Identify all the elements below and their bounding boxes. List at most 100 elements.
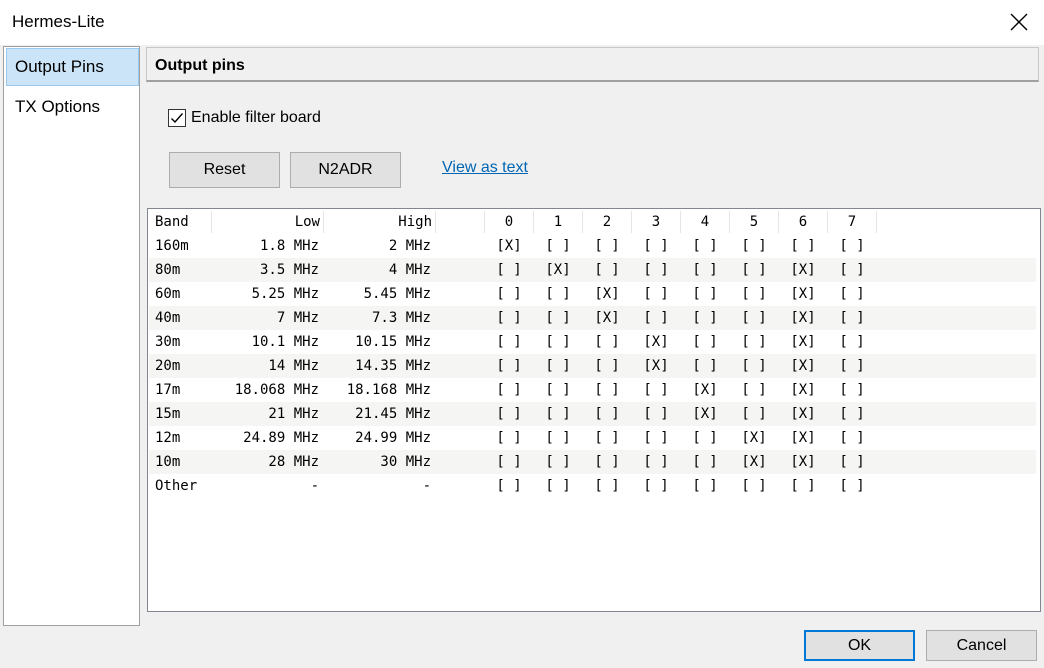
header-pin-1[interactable]: 1 bbox=[538, 210, 578, 234]
pin-cell-2[interactable]: [ ] bbox=[587, 258, 627, 282]
pin-cell-5[interactable]: [X] bbox=[734, 450, 774, 474]
pin-cell-3[interactable]: [ ] bbox=[636, 306, 676, 330]
pin-cell-4[interactable]: [ ] bbox=[685, 258, 725, 282]
pin-cell-2[interactable]: [ ] bbox=[587, 426, 627, 450]
pin-cell-5[interactable]: [X] bbox=[734, 426, 774, 450]
output-pins-table[interactable]: Band Low High 01234567 160m 1.8 MHz 2 MHz[… bbox=[147, 208, 1041, 612]
ok-button[interactable]: OK bbox=[804, 630, 915, 661]
pin-cell-7[interactable]: [ ] bbox=[832, 450, 872, 474]
table-row[interactable]: 40m 7 MHz 7.3 MHz [ ] [ ] [X] [ ] [ ] [ ] [X] [ ] bbox=[149, 306, 1036, 330]
pin-cell-3[interactable]: [ ] bbox=[636, 474, 676, 498]
pin-cell-2[interactable]: [ ] bbox=[587, 330, 627, 354]
pin-cell-7[interactable]: [ ] bbox=[832, 354, 872, 378]
pin-cell-7[interactable]: [ ] bbox=[832, 474, 872, 498]
pin-cell-0[interactable]: [ ] bbox=[489, 258, 529, 282]
pin-cell-0[interactable]: [ ] bbox=[489, 378, 529, 402]
header-pin-2[interactable]: 2 bbox=[587, 210, 627, 234]
pin-cell-7[interactable]: [ ] bbox=[832, 234, 872, 258]
sidebar-item-tx-options[interactable]: TX Options bbox=[6, 88, 139, 126]
pin-cell-5[interactable]: [ ] bbox=[734, 378, 774, 402]
pin-cell-4[interactable]: [ ] bbox=[685, 330, 725, 354]
pin-cell-3[interactable]: [X] bbox=[636, 330, 676, 354]
enable-filter-checkbox[interactable]: Enable filter board bbox=[168, 109, 321, 127]
pin-cell-6[interactable]: [X] bbox=[783, 426, 823, 450]
pin-cell-4[interactable]: [ ] bbox=[685, 450, 725, 474]
pin-cell-3[interactable]: [X] bbox=[636, 354, 676, 378]
table-row[interactable]: 30m 10.1 MHz 10.15 MHz [ ] [ ] [ ] [X] [ ] [ ] [X… bbox=[149, 330, 1036, 354]
pin-cell-6[interactable]: [ ] bbox=[783, 234, 823, 258]
pin-cell-5[interactable]: [ ] bbox=[734, 258, 774, 282]
header-pin-3[interactable]: 3 bbox=[636, 210, 676, 234]
pin-cell-4[interactable]: [X] bbox=[685, 378, 725, 402]
pin-cell-3[interactable]: [ ] bbox=[636, 258, 676, 282]
pin-cell-2[interactable]: [X] bbox=[587, 282, 627, 306]
pin-cell-2[interactable]: [ ] bbox=[587, 354, 627, 378]
pin-cell-3[interactable]: [ ] bbox=[636, 234, 676, 258]
pin-cell-0[interactable]: [ ] bbox=[489, 474, 529, 498]
n2adr-button[interactable]: N2ADR bbox=[290, 152, 401, 188]
pin-cell-0[interactable]: [X] bbox=[489, 234, 529, 258]
pin-cell-2[interactable]: [X] bbox=[587, 306, 627, 330]
pin-cell-2[interactable]: [ ] bbox=[587, 378, 627, 402]
table-row[interactable]: 60m 5.25 MHz 5.45 MHz [ ] [ ] [X] [ ] [ ] [ ] [X]… bbox=[149, 282, 1036, 306]
pin-cell-1[interactable]: [ ] bbox=[538, 474, 578, 498]
pin-cell-3[interactable]: [ ] bbox=[636, 426, 676, 450]
header-pin-0[interactable]: 0 bbox=[489, 210, 529, 234]
pin-cell-1[interactable]: [ ] bbox=[538, 378, 578, 402]
table-row[interactable]: 80m 3.5 MHz 4 MHz [ ] [X] [ ] [ ] [ ] [ ] [X] [ ] bbox=[149, 258, 1036, 282]
pin-cell-5[interactable]: [ ] bbox=[734, 354, 774, 378]
pin-cell-0[interactable]: [ ] bbox=[489, 402, 529, 426]
table-row[interactable]: 160m 1.8 MHz 2 MHz [X] [ ] [ ] [ ] [ ] [ ] [ ] [ ] bbox=[149, 234, 1036, 258]
sidebar-item-output-pins[interactable]: Output Pins bbox=[6, 48, 139, 86]
pin-cell-2[interactable]: [ ] bbox=[587, 234, 627, 258]
pin-cell-1[interactable]: [ ] bbox=[538, 330, 578, 354]
pin-cell-5[interactable]: [ ] bbox=[734, 282, 774, 306]
close-button[interactable] bbox=[1002, 6, 1036, 38]
pin-cell-7[interactable]: [ ] bbox=[832, 258, 872, 282]
header-pin-7[interactable]: 7 bbox=[832, 210, 872, 234]
pin-cell-4[interactable]: [X] bbox=[685, 402, 725, 426]
pin-cell-6[interactable]: [X] bbox=[783, 378, 823, 402]
table-row[interactable]: 15m 21 MHz 21.45 MHz [ ] [ ] [ ] [ ] [X] [ ] [X] [… bbox=[149, 402, 1036, 426]
pin-cell-4[interactable]: [ ] bbox=[685, 234, 725, 258]
table-row[interactable]: 10m 28 MHz 30 MHz [ ] [ ] [ ] [ ] [ ] [X] [X] [ ] bbox=[149, 450, 1036, 474]
table-row[interactable]: Other - - [ ] [ ] [ ] [ ] [ ] [ ] [ ] [ ] bbox=[149, 474, 1036, 498]
pin-cell-1[interactable]: [ ] bbox=[538, 354, 578, 378]
pin-cell-6[interactable]: [X] bbox=[783, 450, 823, 474]
pin-cell-6[interactable]: [X] bbox=[783, 306, 823, 330]
pin-cell-1[interactable]: [X] bbox=[538, 258, 578, 282]
header-high[interactable]: High bbox=[398, 210, 432, 234]
pin-cell-4[interactable]: [ ] bbox=[685, 354, 725, 378]
pin-cell-0[interactable]: [ ] bbox=[489, 426, 529, 450]
pin-cell-0[interactable]: [ ] bbox=[489, 450, 529, 474]
pin-cell-6[interactable]: [X] bbox=[783, 258, 823, 282]
pin-cell-1[interactable]: [ ] bbox=[538, 306, 578, 330]
table-row[interactable]: 12m 24.89 MHz 24.99 MHz [ ] [ ] [ ] [ ] [ ] [X] [… bbox=[149, 426, 1036, 450]
pin-cell-7[interactable]: [ ] bbox=[832, 378, 872, 402]
pin-cell-5[interactable]: [ ] bbox=[734, 306, 774, 330]
header-pin-5[interactable]: 5 bbox=[734, 210, 774, 234]
pin-cell-6[interactable]: [X] bbox=[783, 330, 823, 354]
pin-cell-2[interactable]: [ ] bbox=[587, 402, 627, 426]
pin-cell-5[interactable]: [ ] bbox=[734, 474, 774, 498]
pin-cell-6[interactable]: [ ] bbox=[783, 474, 823, 498]
pin-cell-4[interactable]: [ ] bbox=[685, 282, 725, 306]
pin-cell-5[interactable]: [ ] bbox=[734, 402, 774, 426]
table-row[interactable]: 17m 18.068 MHz 18.168 MHz [ ] [ ] [ ] [ ] [X] [ … bbox=[149, 378, 1036, 402]
pin-cell-2[interactable]: [ ] bbox=[587, 474, 627, 498]
pin-cell-0[interactable]: [ ] bbox=[489, 330, 529, 354]
reset-button[interactable]: Reset bbox=[169, 152, 280, 188]
pin-cell-1[interactable]: [ ] bbox=[538, 282, 578, 306]
pin-cell-3[interactable]: [ ] bbox=[636, 282, 676, 306]
table-row[interactable]: 20m 14 MHz 14.35 MHz [ ] [ ] [ ] [X] [ ] [ ] [X] [… bbox=[149, 354, 1036, 378]
pin-cell-3[interactable]: [ ] bbox=[636, 402, 676, 426]
header-low[interactable]: Low bbox=[295, 210, 320, 234]
pin-cell-4[interactable]: [ ] bbox=[685, 426, 725, 450]
pin-cell-4[interactable]: [ ] bbox=[685, 306, 725, 330]
header-band[interactable]: Band bbox=[155, 210, 189, 234]
header-pin-4[interactable]: 4 bbox=[685, 210, 725, 234]
pin-cell-6[interactable]: [X] bbox=[783, 402, 823, 426]
pin-cell-5[interactable]: [ ] bbox=[734, 330, 774, 354]
pin-cell-5[interactable]: [ ] bbox=[734, 234, 774, 258]
pin-cell-1[interactable]: [ ] bbox=[538, 450, 578, 474]
